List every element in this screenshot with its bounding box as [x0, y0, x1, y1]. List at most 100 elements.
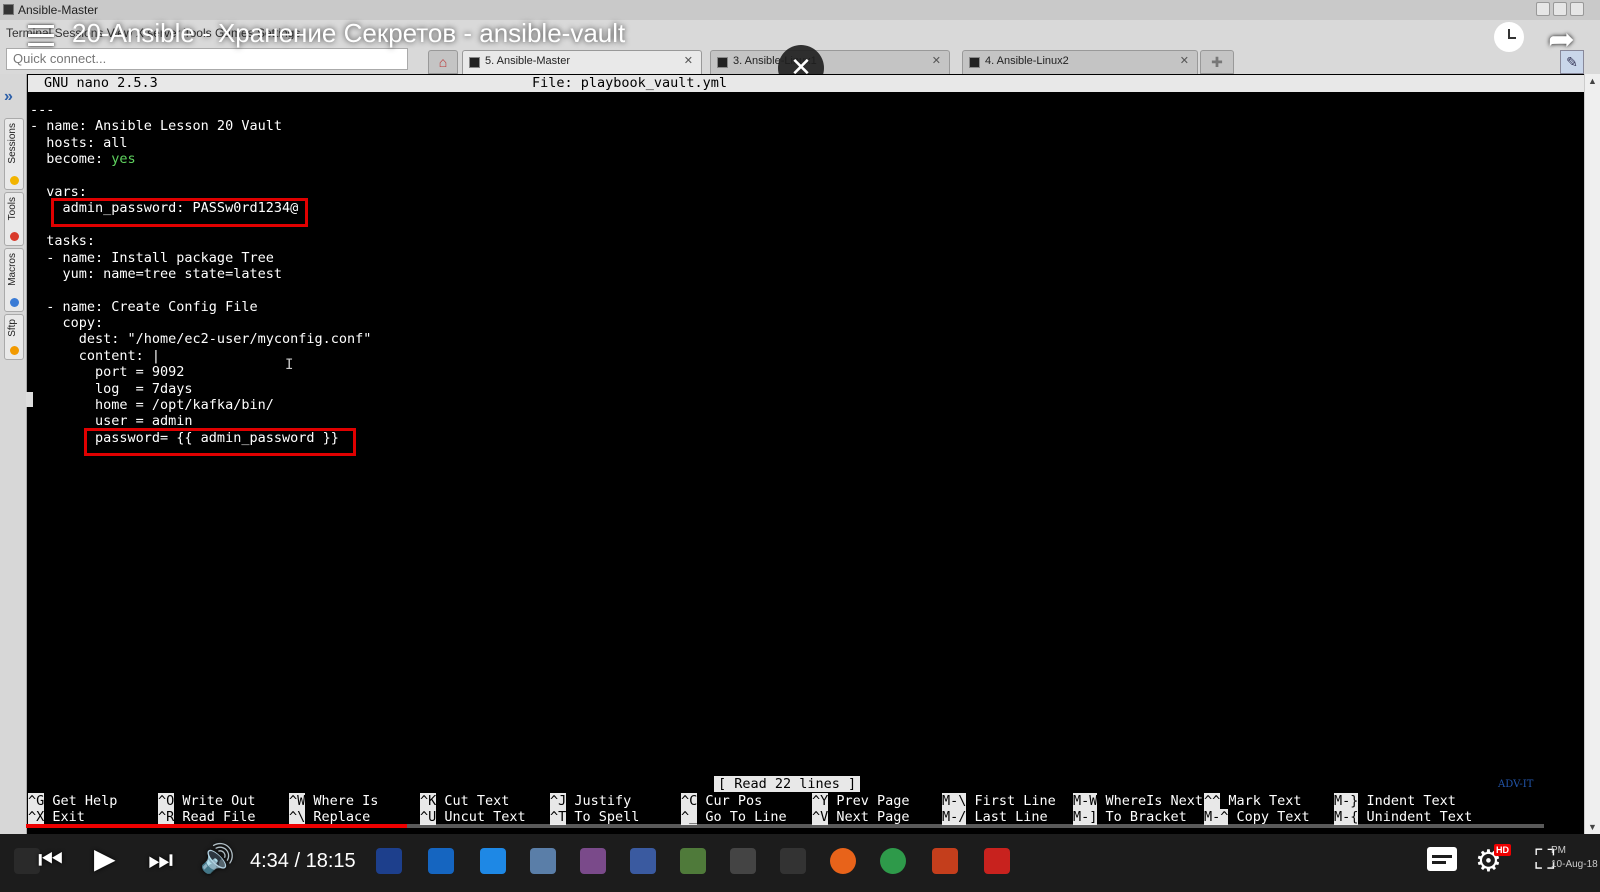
shortcut-key: ^T: [550, 809, 567, 826]
powershell-icon[interactable]: [376, 848, 402, 874]
editor-content[interactable]: --- - name: Ansible Lesson 20 Vault host…: [30, 102, 371, 446]
sidebar-item-sftp[interactable]: Sftp: [4, 314, 24, 360]
shortcut-key: ^R: [158, 809, 175, 826]
sidebar-item-label: Macros: [7, 253, 18, 286]
code-line: - name: Create Config File: [30, 298, 258, 315]
internet-explorer-icon[interactable]: [480, 848, 506, 874]
sidebar-item-tools[interactable]: Tools: [4, 192, 24, 246]
shortcut-where-is[interactable]: ^W Where Is: [289, 793, 378, 809]
terminal-app-icon[interactable]: [730, 848, 756, 874]
share-icon[interactable]: ➦: [1548, 20, 1575, 58]
shortcut-whereis-next[interactable]: M-W WhereIs Next: [1073, 793, 1203, 809]
minimize-button[interactable]: [1536, 2, 1550, 16]
chrome-icon[interactable]: [880, 848, 906, 874]
sidebar-item-macros[interactable]: Macros: [4, 248, 24, 312]
shortcut-key: M-{: [1334, 809, 1359, 826]
subtitles-icon[interactable]: [1427, 847, 1457, 871]
next-video-icon[interactable]: ⏭: [148, 844, 173, 877]
shortcut-key: ^Y: [812, 793, 829, 809]
sidebar-item-label: Sessions: [7, 123, 18, 164]
shortcut-indent-text[interactable]: M-} Indent Text: [1334, 793, 1456, 809]
side-panel: » Sessions Tools Macros Sftp: [0, 74, 27, 834]
sidebar-item-label: Tools: [7, 197, 18, 221]
scroll-down-icon[interactable]: ▼: [1588, 822, 1597, 832]
previous-video-icon[interactable]: ⏮: [38, 844, 63, 877]
shortcut-prev-page[interactable]: ^Y Prev Page: [812, 793, 910, 809]
shortcut-get-help[interactable]: ^G Get Help: [28, 793, 117, 809]
tray-date: 10-Aug-18: [1551, 859, 1598, 870]
shortcut-label: Copy Text: [1236, 809, 1310, 826]
sidebar-item-label: Sftp: [7, 319, 18, 337]
vertical-scrollbar[interactable]: ▲ ▼: [1584, 74, 1600, 834]
app-icon[interactable]: [680, 848, 706, 874]
shortcut-key: M-}: [1334, 793, 1359, 809]
edge-icon[interactable]: [428, 848, 454, 874]
code-line: log = 7days: [30, 380, 193, 397]
shortcut-cut-text[interactable]: ^K Cut Text: [420, 793, 509, 809]
tab-close-icon[interactable]: ✕: [1180, 54, 1189, 67]
plus-icon: ✚: [1211, 54, 1223, 70]
volume-icon[interactable]: 🔊: [200, 842, 235, 875]
code-line: become: yes: [30, 151, 371, 167]
macro-icon: [10, 298, 19, 307]
scroll-up-icon[interactable]: ▲: [1588, 76, 1597, 86]
status-message: [ Read 22 lines ]: [714, 776, 861, 792]
shortcut-key: ^W: [289, 793, 306, 809]
watch-later-icon[interactable]: [1494, 22, 1524, 52]
terminal[interactable]: GNU nano 2.5.3 File: playbook_vault.yml …: [26, 74, 1584, 834]
new-tab-button[interactable]: ✚: [1200, 50, 1234, 74]
app-icon[interactable]: [780, 848, 806, 874]
shortcut-label: Unindent Text: [1366, 809, 1473, 826]
shortcut-justify[interactable]: ^J Justify: [550, 793, 631, 809]
nano-version: GNU nano 2.5.3: [44, 75, 158, 91]
maximize-button[interactable]: [1553, 2, 1567, 16]
firefox-icon[interactable]: [830, 848, 856, 874]
tab-ansible-linux2[interactable]: 4. Ansible-Linux2 ✕: [962, 50, 1198, 74]
shortcut-cur-pos[interactable]: ^C Cur Pos: [681, 793, 762, 809]
shortcut-key: ^^: [1204, 793, 1221, 809]
sidebar-item-sessions[interactable]: Sessions: [4, 118, 24, 190]
star-icon: [10, 176, 19, 185]
tab-ansible-linux1[interactable]: 3. Ansible-Linux1 ✕: [710, 50, 950, 74]
play-icon[interactable]: ▶: [94, 842, 116, 875]
shortcut-key: ^V: [812, 809, 829, 826]
shortcut-label: First Line: [974, 793, 1056, 809]
close-window-button[interactable]: [1570, 2, 1584, 16]
app-icon[interactable]: [630, 848, 656, 874]
code-line: hosts: all: [30, 134, 128, 151]
shortcut-label: To Bracket: [1105, 809, 1187, 826]
tab-close-icon[interactable]: ✕: [932, 54, 941, 67]
code-text: become:: [30, 151, 112, 168]
shortcut-label: Next Page: [836, 809, 910, 826]
windows-start-icon[interactable]: [14, 848, 40, 874]
terminal-icon: [969, 57, 980, 68]
code-line: yum: name=tree state=latest: [30, 265, 282, 282]
mobaxterm-icon: [3, 4, 14, 15]
expand-sidebar-icon[interactable]: »: [4, 88, 13, 106]
app-icon[interactable]: [984, 848, 1010, 874]
shortcut-first-line[interactable]: M-\ First Line: [942, 793, 1056, 809]
shortcut-label: Mark Text: [1228, 793, 1302, 809]
menu-icon[interactable]: [28, 25, 54, 47]
tab-ansible-master[interactable]: 5. Ansible-Master ✕: [462, 50, 702, 74]
shortcut-label: Cur Pos: [705, 793, 763, 809]
shortcut-label: Cut Text: [444, 793, 510, 809]
video-title[interactable]: 20-Ansible - Хранение Секретов - ansible…: [72, 18, 625, 49]
shortcut-key: M-/: [942, 809, 967, 826]
app-icon[interactable]: [580, 848, 606, 874]
code-line: tasks:: [30, 233, 96, 250]
nano-header: GNU nano 2.5.3 File: playbook_vault.yml: [28, 75, 1584, 92]
app-icon[interactable]: [530, 848, 556, 874]
home-tab[interactable]: ⌂: [428, 50, 458, 74]
powerpoint-icon[interactable]: [932, 848, 958, 874]
video-progress-bar[interactable]: [26, 824, 1544, 828]
terminal-icon: [469, 57, 480, 68]
tab-close-icon[interactable]: ✕: [684, 54, 693, 67]
shortcut-write-out[interactable]: ^O Write Out: [158, 793, 256, 809]
code-line: copy:: [30, 315, 104, 332]
tray-time: PM: [1551, 845, 1566, 856]
quick-connect-input[interactable]: Quick connect...: [6, 48, 408, 70]
code-line: ---: [30, 102, 55, 118]
shortcut-mark-text[interactable]: ^^ Mark Text: [1204, 793, 1302, 809]
